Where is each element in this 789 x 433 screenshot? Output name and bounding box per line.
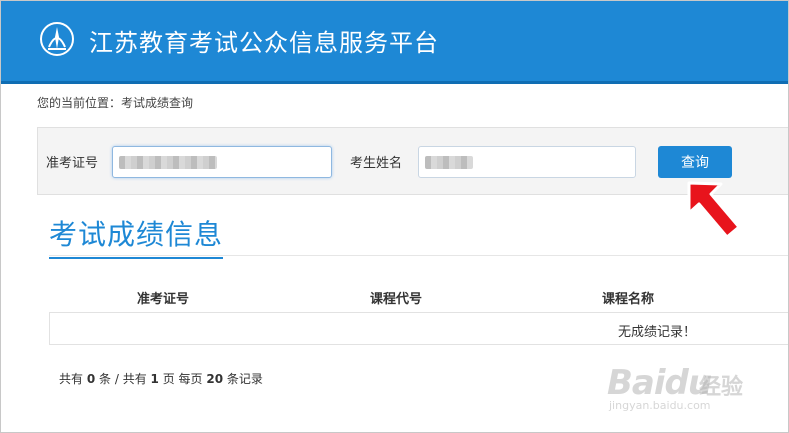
column-header-ticket-number: 准考证号	[137, 292, 190, 307]
pager-text: 共有	[59, 372, 84, 386]
column-header-course-code: 课程代号	[370, 292, 423, 307]
total-pages: 1	[150, 372, 159, 386]
pager-text: 条记录	[226, 372, 263, 386]
ticket-number-input[interactable]	[112, 146, 332, 178]
pager-text: 页 每页	[162, 372, 203, 386]
column-header-course-name: 课程名称	[602, 292, 655, 307]
per-page: 20	[206, 372, 224, 386]
pagination-summary: 共有 0 条 / 共有 1 页 每页 20 条记录	[59, 370, 263, 387]
site-title: 江苏教育考试公众信息服务平台	[89, 29, 439, 57]
empty-message: 无成绩记录！	[618, 325, 697, 340]
pager-text: 条 / 共有	[99, 372, 147, 386]
search-bar: 准考证号 考生姓名 查询	[37, 127, 788, 195]
red-pointer-arrow-icon	[687, 181, 741, 239]
table-row: 无成绩记录！	[49, 312, 788, 345]
total-count: 0	[86, 372, 96, 386]
watermark-label: 经验	[699, 375, 744, 400]
watermark-url: jingyan.baidu.com	[609, 399, 711, 412]
query-button[interactable]: 查询	[658, 146, 732, 178]
page-frame: 江苏教育考试公众信息服务平台 您的当前位置：考试成绩查询 准考证号 考生姓名 查…	[0, 0, 789, 433]
breadcrumb: 您的当前位置：考试成绩查询	[37, 96, 194, 110]
section-title: 考试成绩信息	[49, 213, 224, 259]
candidate-name-label: 考生姓名	[350, 156, 403, 171]
education-emblem-icon	[40, 22, 74, 56]
baidu-watermark: Baidu 经验 jingyan.baidu.com	[607, 363, 743, 412]
ticket-number-label: 准考证号	[46, 156, 99, 171]
watermark-logo: Baidu	[607, 363, 712, 403]
site-header: 江苏教育考试公众信息服务平台	[1, 1, 788, 84]
divider	[49, 255, 788, 256]
candidate-name-input[interactable]	[418, 146, 636, 178]
redacted-value	[119, 156, 217, 169]
redacted-value	[425, 156, 473, 169]
